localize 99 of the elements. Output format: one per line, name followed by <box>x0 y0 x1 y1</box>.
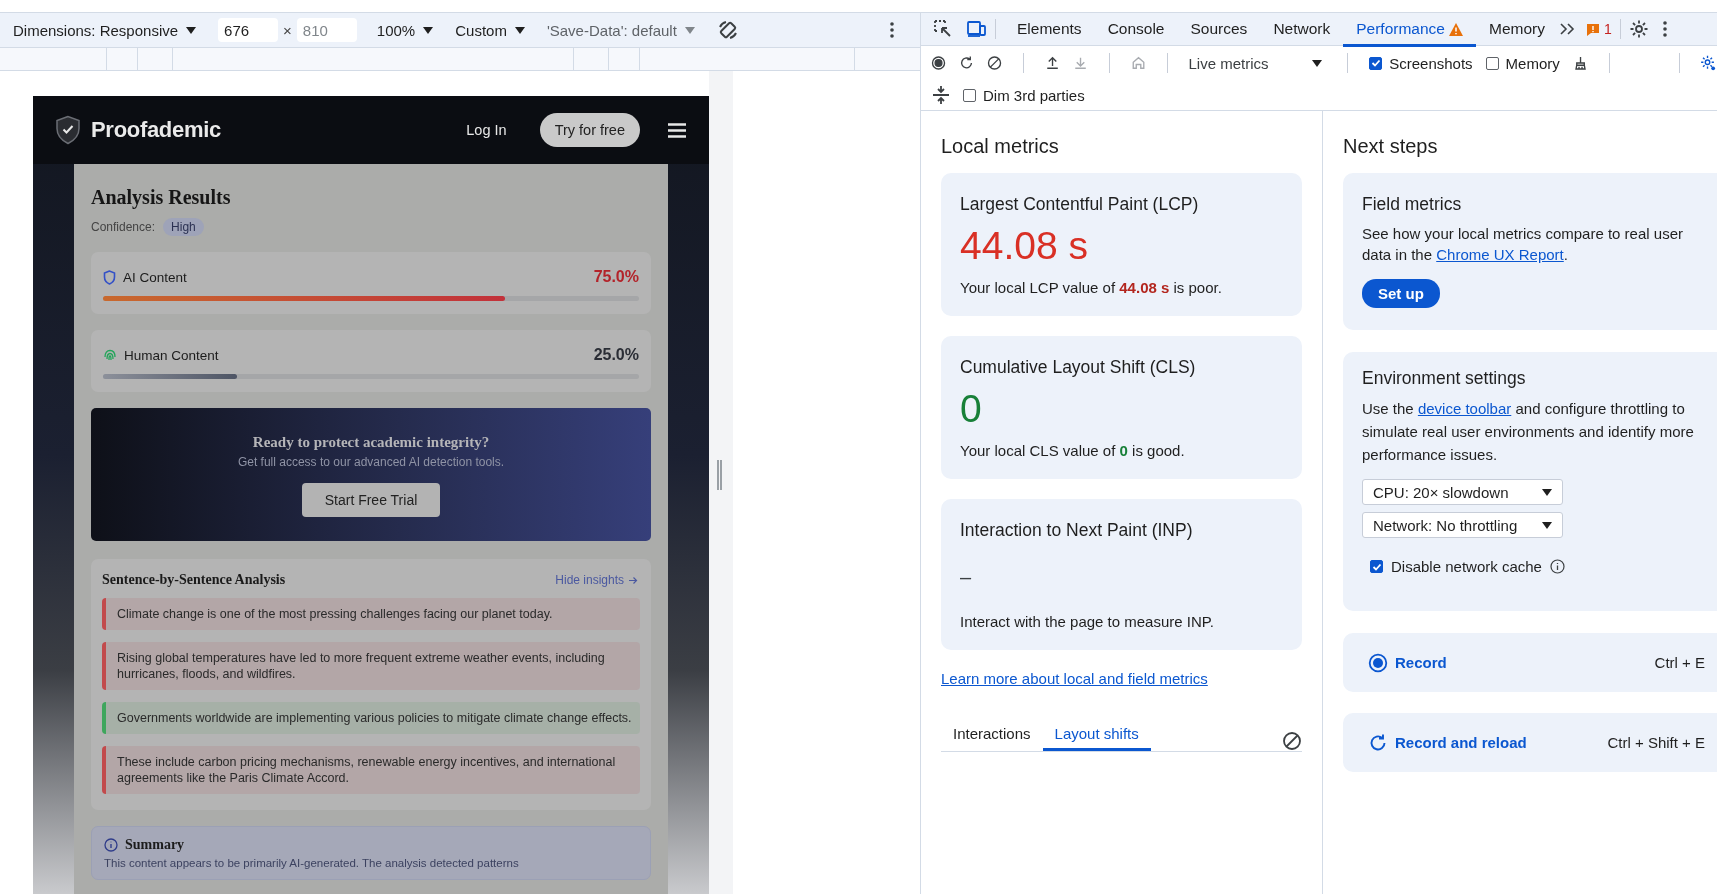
times-sign: × <box>283 21 292 39</box>
card-text: Use the device toolbar and configure throttling to simulate real user environments and identify more performance issues. <box>1362 399 1695 465</box>
panel-tab[interactable]: Memory <box>1475 14 1558 47</box>
panel-tab[interactable]: Performance <box>1343 14 1476 47</box>
caret-icon <box>423 26 434 34</box>
info-icon <box>104 838 118 852</box>
clear-icon[interactable] <box>987 53 1003 73</box>
metric-title: Cumulative Layout Shift (CLS) <box>960 357 1197 378</box>
checkbox-label[interactable]: Memory <box>1505 54 1560 72</box>
device-toolbar-link[interactable]: device toolbar <box>1417 400 1512 417</box>
zoom-dropdown[interactable]: 100% <box>376 21 434 39</box>
action-link[interactable]: Record and reload <box>1395 734 1527 751</box>
set-up-button[interactable]: Set up <box>1362 279 1440 308</box>
clear-icon[interactable] <box>1282 731 1302 751</box>
throttling-dropdown[interactable]: CPU: 20× slowdown <box>1362 479 1563 505</box>
metric-value: 25.0% <box>593 346 639 364</box>
metric-label: AI Content <box>123 269 187 285</box>
learn-more-link[interactable]: Learn more about local and field metrics <box>941 670 1208 687</box>
section-title: Next steps <box>1343 135 1439 158</box>
sentence-item: These include carbon pricing mechanisms, renewable energy incentives, and international agreements like the Paris Climate Accord. <box>102 746 640 794</box>
height-field[interactable]: 810 <box>296 18 357 42</box>
keyboard-shortcut: Ctrl + Shift + E <box>1607 734 1705 751</box>
metric-value: – <box>960 565 973 590</box>
warning-icon <box>1448 22 1463 36</box>
panel-tab[interactable]: Console <box>1094 14 1178 47</box>
metric-note: Interact with the page to measure INP. <box>960 613 1216 630</box>
caret-icon <box>186 26 197 34</box>
section-title: Local metrics <box>941 135 1060 158</box>
card-text: See how your local metrics compare to real user data in the Chrome UX Report. <box>1362 224 1684 265</box>
summary-title: Summary <box>125 837 185 853</box>
mode-dropdown[interactable]: Live metrics <box>1188 54 1327 72</box>
arrow-icon <box>629 575 638 585</box>
confidence-badge: High <box>163 218 204 236</box>
shield-check-icon <box>55 115 81 145</box>
sentence-item: Governments worldwide are implementing various policies to mitigate climate change effects. <box>102 702 640 734</box>
width-field[interactable]: 676 <box>218 18 279 42</box>
reload-icon <box>1368 732 1388 753</box>
subtab[interactable]: Layout shifts <box>1042 725 1151 751</box>
panel-tab[interactable]: Elements <box>1004 14 1095 47</box>
info-icon[interactable] <box>1549 559 1565 574</box>
resize-handle[interactable] <box>717 460 722 490</box>
checkbox-label[interactable]: Disable network cache <box>1391 558 1542 575</box>
caret-icon <box>1542 521 1552 529</box>
action-link[interactable]: Record <box>1395 654 1447 671</box>
brand-name[interactable]: Proofademic <box>91 117 221 143</box>
sentence-item: Climate change is one of the most pressing challenges facing our planet today. <box>102 598 640 630</box>
metric-title: Interaction to Next Paint (INP) <box>960 520 1194 541</box>
metric-label: Human Content <box>124 347 219 363</box>
metric-value: 75.0% <box>593 268 639 286</box>
promo-text: Get full access to our advanced AI detection tools. <box>237 455 505 469</box>
checkbox-label[interactable]: Dim 3rd parties <box>983 86 1085 104</box>
throttling-dropdown[interactable]: Network: No throttling <box>1362 512 1563 538</box>
more-options-icon[interactable] <box>890 22 894 38</box>
checkbox[interactable] <box>1485 56 1499 70</box>
settings-icon[interactable] <box>1628 19 1649 39</box>
device-toolbar-icon[interactable] <box>967 19 987 39</box>
results-title: Analysis Results <box>91 186 232 209</box>
more-tabs-icon[interactable] <box>1559 23 1576 35</box>
keyboard-shortcut: Ctrl + E <box>1654 654 1705 671</box>
sentence-item: Rising global temperatures have led to more frequent extreme weather events, including hurricanes, floods, and wildfires. <box>102 642 640 690</box>
panel-tab[interactable]: Network <box>1260 14 1344 47</box>
issue-icon <box>1585 22 1600 36</box>
caret-icon <box>1312 59 1323 67</box>
metric-title: Largest Contentful Paint (LCP) <box>960 194 1200 215</box>
checkbox[interactable] <box>963 88 976 102</box>
dimensions-dropdown[interactable]: Dimensions: Responsive <box>13 21 197 39</box>
inspect-icon[interactable] <box>933 19 953 39</box>
subtab[interactable]: Interactions <box>941 725 1043 751</box>
rotate-icon[interactable] <box>716 19 739 41</box>
metric-value: 44.08 s <box>960 223 1089 269</box>
throttle-dropdown[interactable]: Custom <box>455 21 525 39</box>
collapse-icon[interactable] <box>931 85 951 105</box>
card-title: Field metrics <box>1362 194 1463 215</box>
record-icon[interactable] <box>931 53 947 73</box>
report-link[interactable]: Chrome UX Report <box>1436 246 1564 263</box>
checkbox[interactable] <box>1369 56 1383 70</box>
shield-icon <box>103 269 116 285</box>
fingerprint-icon <box>103 348 117 362</box>
summary-text: This content appears to be primarily AI-generated. The analysis detected patterns <box>104 857 520 869</box>
metric-note: Your local LCP value of 44.08 s is poor. <box>960 279 1223 296</box>
issues-badge[interactable]: 1 <box>1585 21 1612 37</box>
caret-icon <box>684 26 695 34</box>
promo-title: Ready to protect academic integrity? <box>252 434 490 451</box>
try-free-button[interactable]: Try for free <box>539 113 640 147</box>
start-trial-button[interactable]: Start Free Trial <box>301 483 441 517</box>
login-link[interactable]: Log In <box>466 122 507 138</box>
more-options-icon[interactable] <box>1662 21 1667 37</box>
checkbox[interactable] <box>1370 560 1383 573</box>
metric-value: 0 <box>960 386 983 432</box>
checkbox-label[interactable]: Screenshots <box>1389 54 1473 72</box>
panel-tab[interactable]: Sources <box>1177 14 1261 47</box>
confidence-label: Confidence: <box>91 220 156 234</box>
metric-note: Your local CLS value of 0 is good. <box>960 442 1186 459</box>
caret-icon <box>1542 488 1552 496</box>
caret-icon <box>514 26 525 34</box>
card-title: Environment settings <box>1362 368 1527 389</box>
record-icon <box>1368 652 1388 673</box>
section-title: Sentence-by-Sentence Analysis <box>102 572 286 588</box>
menu-icon[interactable] <box>668 122 686 138</box>
